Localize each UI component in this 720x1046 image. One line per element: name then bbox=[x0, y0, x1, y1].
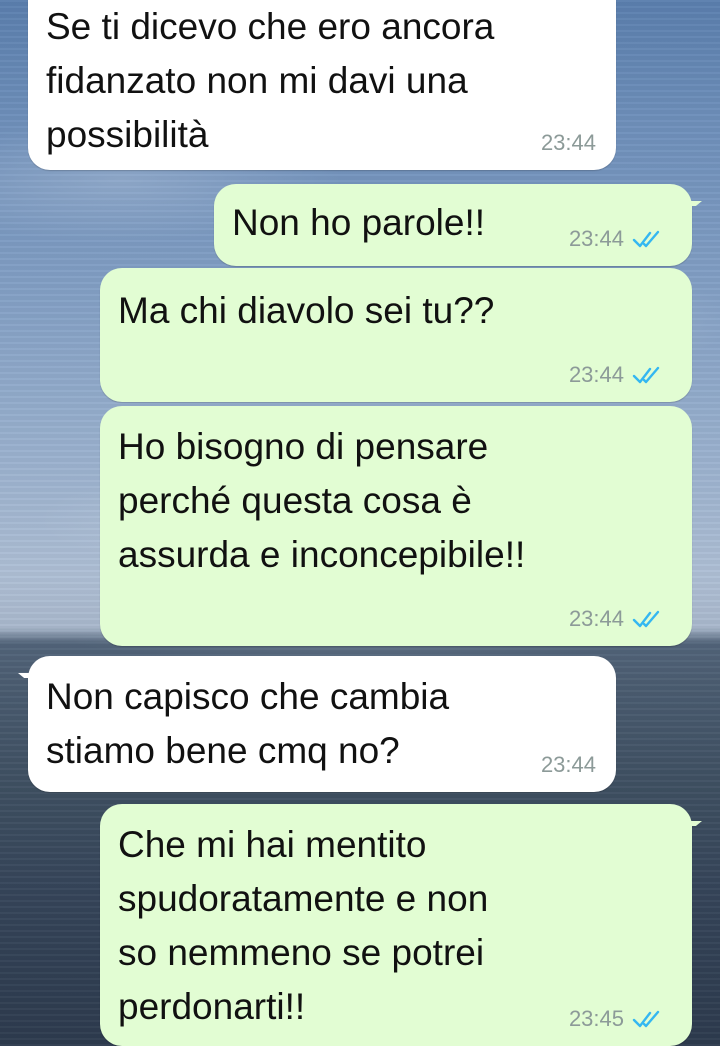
message-time: 23:44 bbox=[540, 130, 596, 155]
message-text: Non ho parole!! bbox=[232, 202, 486, 243]
message-text: Che mi hai mentito spudoratamente e non … bbox=[118, 824, 489, 1027]
double-check-icon bbox=[632, 609, 662, 629]
message-meta: 23:44 bbox=[569, 606, 662, 632]
bubble-tail bbox=[680, 804, 702, 826]
message-bubble-outgoing[interactable]: Che mi hai mentito spudoratamente e non … bbox=[100, 804, 702, 1046]
message-text: Se ti dicevo che ero ancora fidanzato no… bbox=[46, 6, 495, 155]
double-check-icon bbox=[632, 229, 662, 249]
message-meta: 23:44 bbox=[569, 226, 662, 252]
message-time: 23:44 bbox=[540, 752, 596, 777]
message-time: 23:44 bbox=[568, 362, 624, 387]
message-meta: 23:44 bbox=[541, 130, 596, 156]
message-bubble-outgoing[interactable]: Non ho parole!! 23:44 bbox=[214, 184, 702, 266]
message-bubble-incoming[interactable]: Se ti dicevo che ero ancora fidanzato no… bbox=[28, 0, 616, 170]
message-text: Non capisco che cambia stiamo bene cmq n… bbox=[46, 676, 450, 771]
double-check-icon bbox=[632, 365, 662, 385]
message-time: 23:44 bbox=[568, 226, 624, 251]
message-text: Ho bisogno di pensare perché questa cosa… bbox=[118, 426, 526, 575]
message-meta: 23:44 bbox=[541, 752, 596, 778]
message-bubble-outgoing[interactable]: Ho bisogno di pensare perché questa cosa… bbox=[100, 406, 692, 646]
message-meta: 23:45 bbox=[569, 1006, 662, 1032]
double-check-icon bbox=[632, 1009, 662, 1029]
bubble-tail bbox=[680, 184, 702, 206]
message-time: 23:45 bbox=[568, 1006, 624, 1031]
message-bubble-incoming[interactable]: Non capisco che cambia stiamo bene cmq n… bbox=[18, 656, 616, 792]
bubble-tail bbox=[18, 656, 40, 678]
message-bubble-outgoing[interactable]: Ma chi diavolo sei tu?? 23:44 bbox=[100, 268, 692, 402]
chat-message-list[interactable]: Se ti dicevo che ero ancora fidanzato no… bbox=[0, 0, 720, 1046]
message-time: 23:44 bbox=[568, 606, 624, 631]
message-meta: 23:44 bbox=[569, 362, 662, 388]
message-text: Ma chi diavolo sei tu?? bbox=[118, 290, 495, 331]
